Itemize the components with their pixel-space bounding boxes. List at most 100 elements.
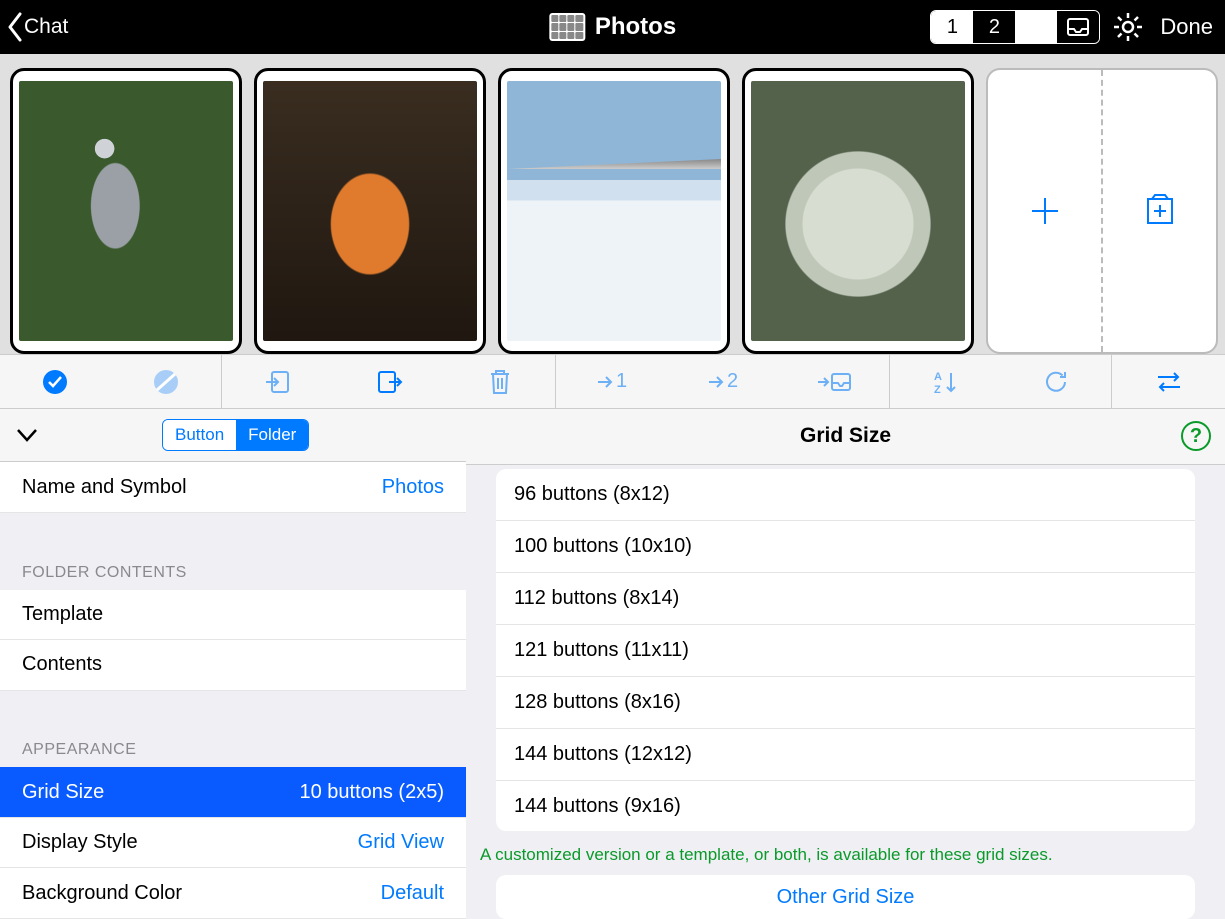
add-folder-button[interactable] [1103,70,1216,352]
plus-icon [1028,194,1062,228]
photo-heron [19,81,233,341]
selection-group [0,355,222,408]
grid-option[interactable]: 121 buttons (11x11) [496,625,1195,677]
photo-starfish [263,81,477,341]
name-and-symbol-row[interactable]: Name and Symbol Photos [0,462,466,513]
grid-size-value: 10 buttons (2x5) [299,781,444,804]
template-label: Template [22,603,103,626]
grid-option[interactable]: 112 buttons (8x14) [496,573,1195,625]
photo-plants [751,81,965,341]
photo-card-3[interactable] [498,68,730,354]
clipboard-group [222,355,556,408]
segment-folder[interactable]: Folder [236,420,308,450]
left-header: Button Folder [0,409,466,462]
template-row[interactable]: Template [0,590,466,641]
segment-button[interactable]: Button [163,420,236,450]
tray-icon [1066,17,1090,37]
arrow-to-tray-icon [816,371,852,393]
display-style-value: Grid View [358,831,444,854]
collapse-button[interactable] [12,420,42,450]
swap-group [1112,355,1225,408]
button-folder-segment[interactable]: Button Folder [162,419,309,451]
done-button[interactable]: Done [1156,14,1217,40]
contents-label: Contents [22,653,102,676]
trash-icon [487,368,513,396]
page-title: Photos [595,13,676,41]
arrow-right-icon [707,374,725,390]
display-style-label: Display Style [22,831,138,854]
export-icon [375,368,403,396]
grid-size-list: 96 buttons (8x12) 100 buttons (10x10) 11… [496,469,1195,831]
settings-button[interactable] [1110,9,1146,45]
page-2-tab[interactable]: 2 [973,11,1015,43]
right-title: Grid Size [800,424,891,448]
send-to-1-label: 1 [616,370,627,393]
folder-contents-section-label: FOLDER CONTENTS [0,542,466,590]
swap-icon [1154,370,1184,394]
page-segmented-control[interactable]: 1 2 [930,10,1100,44]
background-color-row[interactable]: Background Color Default [0,868,466,919]
grid-option[interactable]: 96 buttons (8x12) [496,469,1195,521]
lower-panes: Button Folder Name and Symbol Photos FOL… [0,409,1225,919]
photo-card-4[interactable] [742,68,974,354]
help-button[interactable]: ? [1181,421,1211,451]
photos-app-icon [549,13,585,41]
cancel-circle-icon [152,368,180,396]
refresh-icon [1043,369,1069,395]
photo-strip [0,54,1225,354]
import-button[interactable] [250,364,306,400]
name-and-symbol-value: Photos [382,476,444,499]
swap-button[interactable] [1141,364,1197,400]
arrange-group: AZ [890,355,1112,408]
background-color-value: Default [381,882,444,905]
contents-row[interactable]: Contents [0,640,466,691]
send-to-2-button[interactable]: 2 [695,364,751,400]
right-header: Grid Size ? [466,409,1225,465]
appearance-section-label: APPEARANCE [0,719,466,767]
other-grid-size-button[interactable]: Other Grid Size [496,875,1195,919]
grid-size-row[interactable]: Grid Size 10 buttons (2x5) [0,767,466,818]
sort-button[interactable]: AZ [917,364,973,400]
export-button[interactable] [361,364,417,400]
page-tray-tab[interactable] [1057,11,1099,43]
refresh-button[interactable] [1028,364,1084,400]
header-right: 1 2 Done [930,9,1217,45]
app-header: Chat Photos 1 2 Done [0,0,1225,54]
select-all-button[interactable] [27,364,83,400]
properties-pane: Button Folder Name and Symbol Photos FOL… [0,409,466,919]
photo-card-1[interactable] [10,68,242,354]
deselect-all-button[interactable] [138,364,194,400]
grid-size-label: Grid Size [22,781,104,804]
add-card [986,68,1218,354]
grid-option[interactable]: 100 buttons (10x10) [496,521,1195,573]
grid-option[interactable]: 144 buttons (9x16) [496,781,1195,831]
add-button[interactable] [988,70,1103,352]
back-label: Chat [24,15,68,39]
delete-button[interactable] [472,364,528,400]
chevron-down-icon [16,428,38,442]
send-to-2-label: 2 [727,370,738,393]
name-and-symbol-label: Name and Symbol [22,476,187,499]
chevron-left-icon [6,12,24,42]
page-1-tab[interactable]: 1 [931,11,973,43]
grid-size-pane: Grid Size ? 96 buttons (8x12) 100 button… [466,409,1225,919]
sort-az-icon: AZ [931,369,959,395]
arrow-right-icon [596,374,614,390]
send-to-tray-button[interactable] [806,364,862,400]
gear-icon [1112,11,1144,43]
background-color-label: Background Color [22,882,182,905]
edit-toolbar: 1 2 AZ [0,354,1225,409]
send-to-1-button[interactable]: 1 [584,364,640,400]
photo-card-2[interactable] [254,68,486,354]
title-group: Photos [549,13,676,41]
back-button[interactable]: Chat [0,12,74,42]
svg-text:Z: Z [934,384,941,395]
svg-text:A: A [934,371,942,383]
display-style-row[interactable]: Display Style Grid View [0,818,466,869]
check-circle-icon [41,368,69,396]
photo-airplane-wing [507,81,721,341]
grid-option[interactable]: 128 buttons (8x16) [496,677,1195,729]
plus-in-box-icon [1143,194,1177,228]
grid-option[interactable]: 144 buttons (12x12) [496,729,1195,781]
send-group: 1 2 [556,355,890,408]
